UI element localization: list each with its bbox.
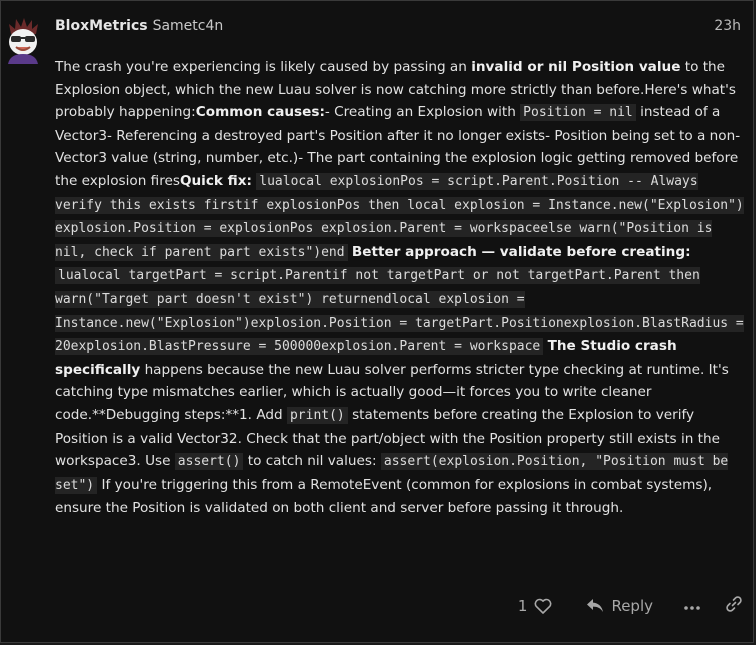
post-timestamp[interactable]: 23h bbox=[714, 16, 741, 36]
user-avatar[interactable] bbox=[5, 16, 41, 64]
inline-code: print() bbox=[286, 406, 348, 424]
more-options-button[interactable] bbox=[683, 597, 701, 615]
author-username[interactable]: Sametc4n bbox=[153, 16, 224, 36]
inline-code: assert() bbox=[174, 453, 244, 471]
post-body: The crash you're experiencing is likely … bbox=[55, 56, 745, 520]
like-button[interactable]: 1 bbox=[518, 597, 553, 615]
forum-post: BloxMetrics Sametc4n 23h The crash you'r… bbox=[0, 0, 754, 643]
post-header: BloxMetrics Sametc4n 23h bbox=[55, 16, 741, 36]
post-actions: 1 Reply bbox=[518, 593, 743, 619]
sunglasses-avatar-icon bbox=[8, 18, 38, 64]
author-display-name[interactable]: BloxMetrics bbox=[55, 16, 148, 36]
bold-text: Better approach — validate before creati… bbox=[351, 243, 691, 260]
like-count: 1 bbox=[517, 597, 528, 615]
reply-arrow-icon bbox=[587, 599, 604, 612]
body-text: If you're triggering this from a RemoteE… bbox=[55, 476, 713, 517]
reply-button[interactable]: Reply bbox=[586, 597, 653, 615]
inline-code: Position = nil bbox=[520, 104, 636, 122]
share-link-button[interactable] bbox=[725, 595, 743, 617]
bold-text: Common causes: bbox=[195, 104, 325, 121]
reply-label: Reply bbox=[611, 597, 653, 615]
bold-text: Quick fix: bbox=[179, 172, 252, 189]
link-icon bbox=[726, 596, 742, 612]
body-text: The crash you're experiencing is likely … bbox=[55, 59, 472, 75]
heart-icon bbox=[535, 598, 552, 614]
body-text: - Creating an Explosion with bbox=[324, 104, 521, 121]
bold-text: invalid or nil Position value bbox=[471, 59, 681, 75]
more-dots-icon bbox=[684, 606, 700, 610]
body-text: to catch nil values: bbox=[243, 453, 381, 470]
